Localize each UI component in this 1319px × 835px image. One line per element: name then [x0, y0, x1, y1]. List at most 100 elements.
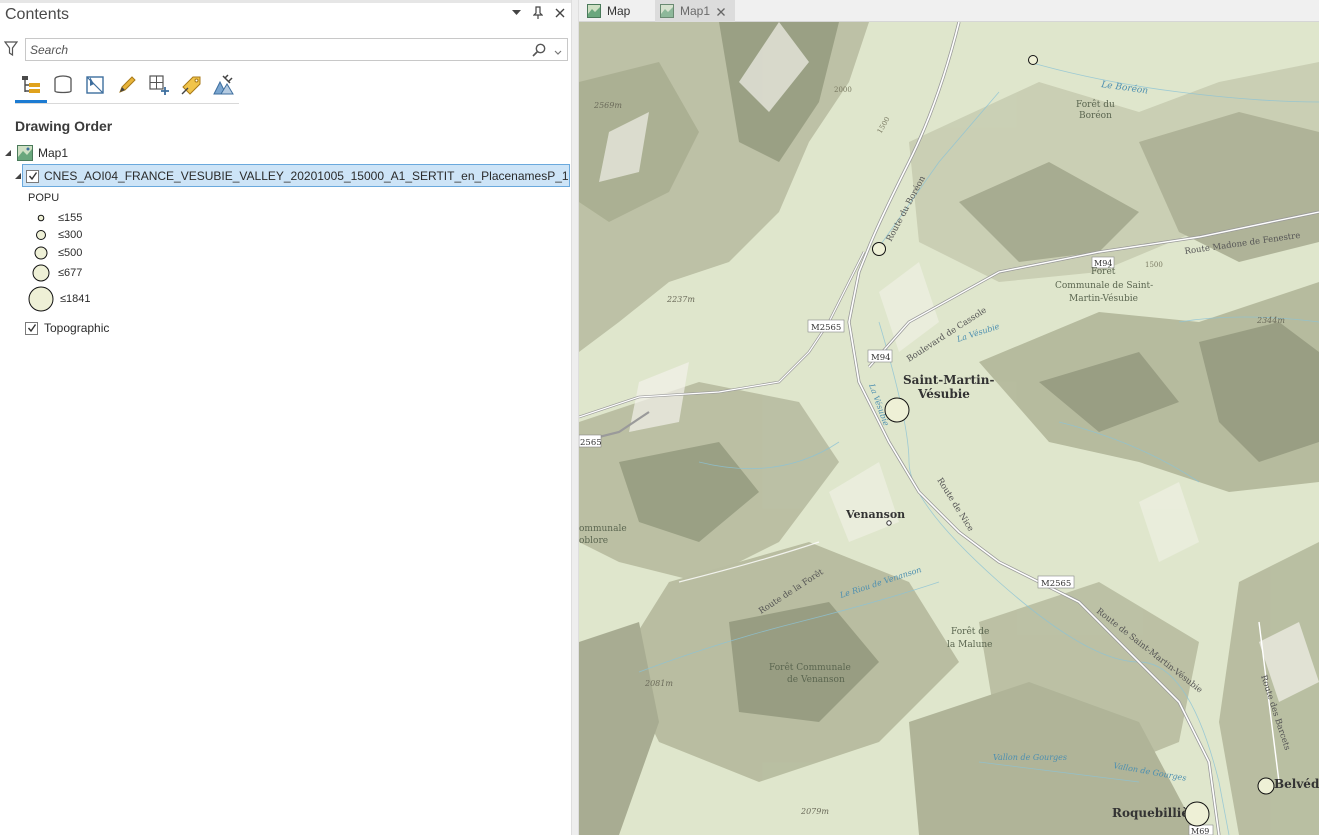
close-tab-icon[interactable] [716, 6, 726, 16]
river-label: Vallon de Gourges [993, 753, 1067, 762]
legend-class-row: ≤1841 [28, 286, 91, 312]
list-by-perspective-imagery-icon [213, 74, 234, 95]
search-icon[interactable] [531, 42, 547, 58]
elevation-label: 2079m [800, 807, 829, 816]
pane-top-strip [0, 0, 571, 3]
placename-point-icon[interactable] [884, 397, 910, 423]
legend-class-label: ≤300 [58, 229, 83, 241]
elevation-label: 2237m [666, 295, 695, 304]
topographic-map[interactable]: M2565 M94 M94 M2565 2565 M69 Le Boréon F… [579, 22, 1319, 835]
checkmark-icon [28, 172, 37, 181]
map-canvas[interactable]: M2565 M94 M94 M2565 2565 M69 Le Boréon F… [579, 22, 1319, 835]
search-input[interactable] [30, 41, 520, 58]
placename-point-icon[interactable] [1184, 801, 1210, 827]
symbol-circle-l-icon [30, 264, 52, 282]
symbol-circle-m-icon [30, 246, 52, 260]
place-label: Communale de Saint- [1055, 281, 1153, 291]
filter-icon[interactable] [3, 41, 19, 57]
placename-point-icon[interactable] [872, 242, 886, 256]
toolbar-divider [15, 103, 239, 104]
road-shield-label: 2565 [580, 438, 602, 448]
map-view: Map Map1 M2565 M94 M94 M2565 2565 M69 Le… [579, 0, 1319, 835]
list-by-editing-button[interactable] [111, 69, 143, 101]
search-field[interactable] [25, 38, 568, 61]
place-label: Forêt du [1076, 99, 1115, 110]
place-label: de Venanson [787, 675, 845, 685]
close-pane-icon[interactable] [553, 5, 567, 21]
layer-visibility-checkbox[interactable] [26, 169, 39, 183]
placename-point-icon[interactable] [1028, 55, 1038, 65]
map-icon [660, 4, 674, 18]
basemap-name-label: Topographic [44, 321, 110, 335]
list-by-snapping-icon [149, 75, 169, 95]
town-label: Belvédère [1274, 777, 1319, 791]
symbol-circle-xs-icon [30, 214, 52, 222]
list-by-drawing-order-icon [22, 76, 40, 93]
legend-class-label: ≤677 [58, 267, 83, 279]
basemap-visibility-checkbox[interactable] [25, 321, 38, 335]
elevation-label: 2081m [644, 679, 673, 688]
road-shield-label: M2565 [1041, 579, 1071, 589]
map-name-label: Map1 [38, 146, 69, 160]
tab-map1[interactable]: Map1 [655, 0, 735, 22]
elevation-label: 2344m [1256, 316, 1285, 325]
list-by-snapping-button[interactable] [143, 69, 175, 101]
legend-field-heading: POPU [28, 192, 60, 204]
contents-view-toolbar [15, 69, 239, 103]
road-shield-label: M69 [1191, 827, 1209, 835]
town-label: Saint-Martin- [903, 373, 994, 387]
elevation-label: 1500 [1145, 261, 1163, 269]
place-label: Forêt Communale [769, 662, 851, 673]
list-by-labeling-button[interactable] [175, 69, 207, 101]
drawing-order-heading: Drawing Order [15, 118, 113, 134]
collapse-arrow-icon[interactable] [13, 171, 23, 181]
town-label: Vésubie [917, 387, 970, 401]
legend-class-row: ≤677 [30, 264, 82, 282]
list-by-drawing-order-button[interactable] [15, 69, 47, 103]
map-tree-node[interactable]: Map1 [3, 145, 68, 161]
town-label: Venanson [845, 508, 905, 521]
checkmark-icon [27, 324, 36, 333]
elevation-label: 2000 [834, 86, 852, 94]
tab-label: Map1 [680, 4, 711, 18]
road-shield-label: M94 [871, 353, 891, 363]
placename-point-icon[interactable] [1257, 777, 1275, 795]
legend-class-row: ≤300 [30, 229, 82, 241]
list-by-source-button[interactable] [47, 69, 79, 101]
list-by-selection-button[interactable] [79, 69, 111, 101]
view-tab-bar: Map Map1 [579, 0, 1319, 22]
pane-splitter[interactable] [571, 0, 579, 835]
search-options-chevron-icon[interactable] [553, 45, 563, 55]
place-label: la Malune [947, 640, 992, 650]
list-by-editing-icon [119, 76, 136, 93]
collapse-arrow-icon[interactable] [3, 148, 13, 158]
road-shield-label: M2565 [811, 323, 841, 333]
list-by-selection-icon [86, 76, 104, 94]
tab-map[interactable]: Map [582, 0, 654, 22]
village-dot-icon [886, 520, 892, 526]
place-label: Martin-Vésubie [1069, 293, 1138, 304]
list-by-perspective-imagery-button[interactable] [207, 69, 239, 101]
place-label: oblore [579, 536, 608, 546]
legend-class-label: ≤500 [58, 247, 83, 259]
list-by-labeling-icon [181, 76, 201, 95]
list-by-source-icon [54, 75, 72, 94]
map-icon [587, 4, 601, 18]
layer-tree-node[interactable]: CNES_AOI04_FRANCE_VESUBIE_VALLEY_2020100… [13, 169, 569, 183]
place-label: Forêt [1091, 266, 1116, 277]
legend-class-label: ≤155 [58, 212, 83, 224]
elevation-label: 2569m [593, 101, 622, 110]
place-label: ommunale [579, 524, 627, 534]
legend-class-row: ≤500 [30, 246, 82, 260]
auto-hide-pin-icon[interactable] [531, 5, 545, 21]
basemap-tree-node[interactable]: Topographic [25, 321, 109, 335]
legend-class-row: ≤155 [30, 212, 82, 224]
symbol-circle-s-icon [30, 229, 52, 241]
tab-label: Map [607, 4, 631, 18]
arcgis-pro-window: Contents Search Drawing Order Map1 CNES_… [0, 0, 1319, 835]
place-label: Boréon [1079, 110, 1112, 121]
pane-options-dropdown-icon[interactable] [509, 5, 523, 21]
legend-class-label: ≤1841 [60, 293, 91, 305]
layer-name-label: CNES_AOI04_FRANCE_VESUBIE_VALLEY_2020100… [44, 169, 569, 183]
pane-controls [509, 5, 567, 21]
